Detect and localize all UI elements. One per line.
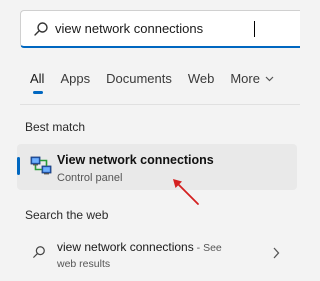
web-result-title: view network connections - See (57, 240, 222, 254)
best-match-result[interactable]: View network connections Control panel (17, 144, 297, 190)
chevron-right-icon[interactable] (272, 247, 280, 259)
filter-tabs: All Apps Documents Web More (30, 71, 300, 94)
search-icon (33, 246, 45, 258)
web-query: view network connections (57, 240, 194, 254)
search-icon (34, 21, 48, 36)
annotation-arrow-icon (173, 179, 199, 205)
search-box[interactable]: view network connections (20, 10, 300, 48)
result-subtitle: Control panel (57, 172, 123, 184)
divider (20, 104, 300, 105)
tab-label: More (230, 71, 260, 86)
active-tab-indicator (33, 91, 43, 94)
result-title: View network connections (57, 153, 214, 167)
best-match-heading: Best match (25, 120, 86, 134)
tab-label: Web (187, 71, 215, 86)
network-connections-icon (30, 156, 52, 175)
chevron-down-icon (265, 76, 274, 82)
tab-web[interactable]: Web (188, 71, 215, 86)
search-input[interactable]: view network connections (55, 21, 255, 36)
web-result-subtitle: web results (57, 258, 111, 270)
tab-documents[interactable]: Documents (106, 71, 172, 86)
tab-apps[interactable]: Apps (60, 71, 90, 86)
web-see-suffix: - See (193, 242, 222, 254)
text-caret (254, 20, 255, 37)
tab-label: Documents (106, 71, 172, 86)
selection-indicator (17, 157, 20, 175)
web-search-result[interactable]: view network connections - See web resul… (25, 234, 300, 274)
tab-label: All (30, 71, 45, 86)
tab-more[interactable]: More (230, 71, 274, 86)
tab-label: Apps (60, 71, 91, 86)
search-web-heading: Search the web (25, 208, 109, 222)
tab-all[interactable]: All (30, 71, 45, 94)
